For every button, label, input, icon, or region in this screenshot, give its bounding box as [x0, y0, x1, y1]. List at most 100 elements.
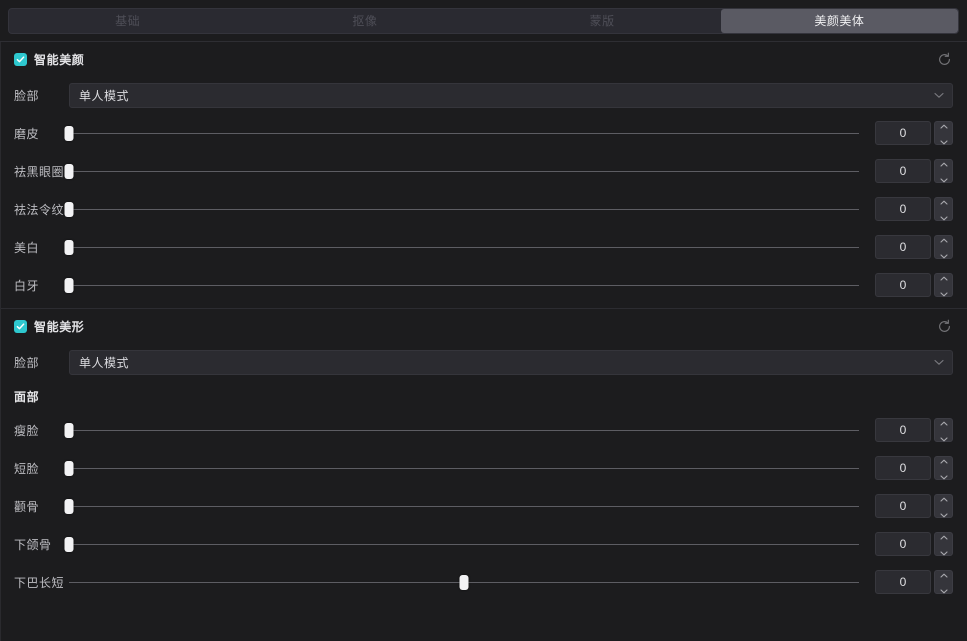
slider-track [69, 429, 859, 431]
chevron-down-icon[interactable] [939, 507, 948, 521]
value-nasolabial[interactable]: 0 [875, 197, 931, 221]
stepper-slim-face[interactable] [934, 418, 953, 442]
tab-mask[interactable]: 蒙版 [484, 9, 721, 33]
slider-short-face[interactable] [64, 457, 859, 479]
label-chin-length: 下巴长短 [14, 575, 65, 590]
row-slider-cheekbone: 颧骨 0 [1, 487, 967, 525]
chevron-up-icon[interactable] [939, 194, 948, 208]
chevron-up-icon[interactable] [939, 270, 948, 284]
stepper-jawbone[interactable] [934, 532, 953, 556]
chevron-down-icon[interactable] [939, 545, 948, 559]
chevron-down-icon[interactable] [939, 210, 948, 224]
slider-knob[interactable] [64, 536, 74, 552]
stepper-nasolabial[interactable] [934, 197, 953, 221]
slider-nasolabial[interactable] [64, 198, 859, 220]
row-slider-jawbone: 下颌骨 0 [1, 525, 967, 563]
chevron-down-icon [934, 88, 944, 102]
chevron-down-icon[interactable] [939, 286, 948, 300]
slider-slim-face[interactable] [64, 419, 859, 441]
face-mode-value-2: 单人模式 [79, 355, 130, 370]
slider-knob[interactable] [64, 277, 74, 293]
slider-whitening[interactable] [64, 236, 859, 258]
slider-knob[interactable] [64, 201, 74, 217]
chevron-down-icon[interactable] [939, 172, 948, 186]
chevron-up-icon[interactable] [939, 415, 948, 429]
tab-keying[interactable]: 抠像 [246, 9, 483, 33]
label-slim-face: 瘦脸 [14, 423, 40, 438]
face-mode-select-2[interactable]: 单人模式 [69, 349, 953, 375]
stepper-whitening[interactable] [934, 235, 953, 259]
value-short-face[interactable]: 0 [875, 456, 931, 480]
value-whitening[interactable]: 0 [875, 235, 931, 259]
slider-knob[interactable] [459, 574, 469, 590]
row-slider-slim-face: 瘦脸 0 [1, 411, 967, 449]
slider-track [69, 505, 859, 507]
slider-track [69, 543, 859, 545]
slider-knob[interactable] [64, 422, 74, 438]
label-whitening: 美白 [14, 240, 40, 255]
chevron-up-icon[interactable] [939, 156, 948, 170]
chevron-up-icon[interactable] [939, 491, 948, 505]
value-teeth-whitening[interactable]: 0 [875, 273, 931, 297]
value-smoothing[interactable]: 0 [875, 121, 931, 145]
chevron-down-icon[interactable] [939, 134, 948, 148]
row-slider-whitening: 美白 0 [1, 228, 967, 266]
chevron-down-icon[interactable] [939, 583, 948, 597]
slider-cheekbone[interactable] [64, 495, 859, 517]
slider-dark-circles[interactable] [64, 160, 859, 182]
value-dark-circles[interactable]: 0 [875, 159, 931, 183]
label-smoothing: 磨皮 [14, 126, 40, 141]
value-slim-face[interactable]: 0 [875, 418, 931, 442]
slider-smoothing[interactable] [64, 122, 859, 144]
row-face-mode-2: 脸部 单人模式 [1, 343, 967, 381]
slider-jawbone[interactable] [64, 533, 859, 555]
slider-teeth-whitening[interactable] [64, 274, 859, 296]
subsection-facial: 面部 [14, 389, 40, 404]
stepper-short-face[interactable] [934, 456, 953, 480]
slider-track [69, 246, 859, 248]
chevron-up-icon[interactable] [939, 567, 948, 581]
slider-track [69, 208, 859, 210]
stepper-chin-length[interactable] [934, 570, 953, 594]
slider-knob[interactable] [64, 163, 74, 179]
chevron-up-icon[interactable] [939, 529, 948, 543]
chevron-up-icon[interactable] [939, 453, 948, 467]
slider-knob[interactable] [64, 239, 74, 255]
chevron-up-icon[interactable] [939, 232, 948, 246]
chevron-down-icon[interactable] [939, 469, 948, 483]
beauty-settings-panel: 智能美颜 脸部 单人模式 磨皮 0 祛黑眼圈 0 祛法令纹 0 美白 0 白牙 … [0, 42, 967, 641]
tab-basic[interactable]: 基础 [9, 9, 246, 33]
reset-circular-arrow-icon[interactable] [935, 50, 953, 68]
face-mode-select-1[interactable]: 单人模式 [69, 82, 953, 108]
stepper-smoothing[interactable] [934, 121, 953, 145]
stepper-dark-circles[interactable] [934, 159, 953, 183]
smart-beauty-enable-checkbox[interactable] [14, 52, 27, 66]
smart-beauty-title: 智能美颜 [34, 52, 85, 67]
slider-knob[interactable] [64, 460, 74, 476]
label-face-1: 脸部 [14, 88, 40, 103]
smart-reshape-enable-checkbox[interactable] [14, 319, 27, 333]
chevron-up-icon[interactable] [939, 118, 948, 132]
chevron-down-icon[interactable] [939, 431, 948, 445]
row-face-mode-1: 脸部 单人模式 [1, 76, 967, 114]
row-slider-chin-length: 下巴长短 0 [1, 563, 967, 601]
label-jawbone: 下颌骨 [14, 537, 52, 552]
stepper-cheekbone[interactable] [934, 494, 953, 518]
slider-chin-length[interactable] [69, 571, 859, 593]
label-cheekbone: 颧骨 [14, 499, 40, 514]
chevron-down-icon[interactable] [939, 248, 948, 262]
tab-beauty-body[interactable]: 美颜美体 [720, 8, 958, 33]
value-cheekbone[interactable]: 0 [875, 494, 931, 518]
section-header-smart-reshape: 智能美形 [1, 309, 967, 343]
value-chin-length[interactable]: 0 [875, 570, 931, 594]
tab-bar: 基础 抠像 蒙版 美颜美体 [0, 0, 967, 41]
reset-circular-arrow-icon[interactable] [935, 317, 953, 335]
stepper-teeth-whitening[interactable] [934, 273, 953, 297]
slider-knob[interactable] [64, 498, 74, 514]
row-slider-teeth-whitening: 白牙 0 [1, 266, 967, 304]
value-jawbone[interactable]: 0 [875, 532, 931, 556]
slider-knob[interactable] [64, 125, 74, 141]
smart-reshape-title: 智能美形 [34, 319, 85, 334]
slider-track [69, 170, 859, 172]
label-face-2: 脸部 [14, 355, 40, 370]
